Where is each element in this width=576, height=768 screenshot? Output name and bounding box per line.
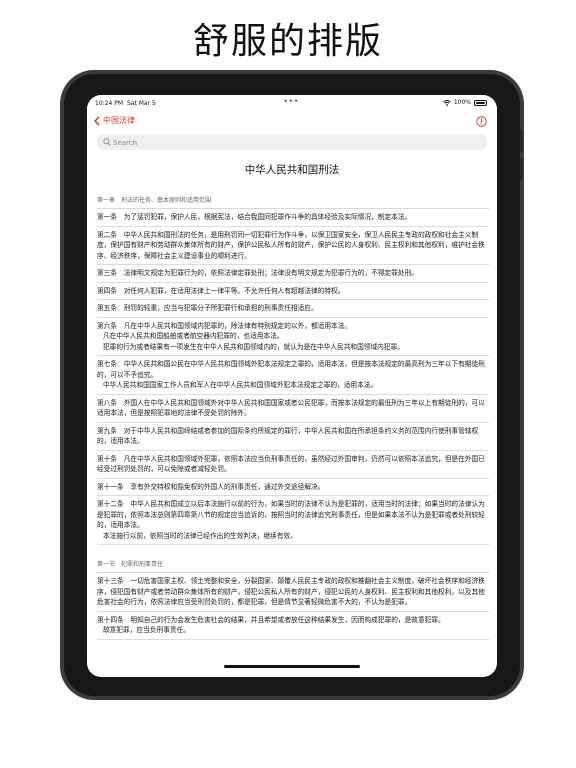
law-article[interactable]: 第十三条 一切危害国家主权、领土完整和安全，分裂国家、颠覆人民民主专政的政权和推… [97, 573, 489, 612]
article-paragraph: 中华人民共和国国家工作人员和军人在中华人民共和国领域外犯本法规定之罪的，适用本法… [103, 381, 378, 389]
law-article[interactable]: 第五条 刑罚的轻重，应当与犯罪分子所犯罪行和承担的刑事责任相适应。 [97, 300, 489, 318]
article-paragraph: 第四条 对任何人犯罪，在适用法律上一律平等。不允许任何人有超越法律的特权。 [97, 286, 345, 295]
status-date: Sat Mar 5 [127, 100, 156, 107]
article-paragraph: 第十四条 明知自己的行为会发生危害社会的结果，并且希望或者放任这种结果发生，因而… [97, 615, 445, 624]
article-paragraph: 第十二条 中华人民共和国成立以后本法施行以前的行为，如果当时的法律不认为是犯罪的… [97, 500, 485, 529]
article-paragraph: 凡在中华人民共和国船舶或者航空器内犯罪的，也适用本法。 [103, 332, 284, 340]
law-article[interactable]: 第十一条 享有外交特权和豁免权的外国人的刑事责任，通过外交途径解决。 [97, 479, 489, 496]
article-list: 第十三条 一切危害国家主权、领土完整和安全，分裂国家、颠覆人民民主专政的政权和推… [97, 573, 489, 640]
status-bar: 10:24 PM Sat Mar 5 ••• 100% [87, 95, 497, 111]
law-article[interactable]: 第八条 外国人在中华人民共和国领域外对中华人民共和国国家或者公民犯罪，而按本法规… [97, 395, 489, 423]
article-paragraph: 第五条 刑罚的轻重，应当与犯罪分子所犯罪行和承担的刑事责任相适应。 [97, 304, 318, 312]
article-paragraph: 第十条 凡在中华人民共和国领域外犯罪，依照本法应当负刑事责任的，虽然经过外国审判… [97, 454, 485, 474]
article-paragraph: 第九条 对于中华人民共和国缔结或者参加的国际条约所规定的罪行，中华人民共和国在所… [97, 426, 479, 446]
article-paragraph: 第八条 外国人在中华人民共和国领域外对中华人民共和国国家或者公民犯罪，而按本法规… [97, 398, 485, 418]
document-title: 中华人民共和国刑法 [244, 164, 340, 176]
promo-headline: 舒服的排版 [192, 21, 383, 62]
law-article[interactable]: 第十条 凡在中华人民共和国领域外犯罪，依照本法应当负刑事责任的，虽然经过外国审判… [97, 451, 489, 479]
article-paragraph: 故意犯罪，应当负刑事责任。 [103, 626, 190, 634]
article-paragraph: 第七条 中华人民共和国公民在中华人民共和国领域外犯本法规定之罪的，适用本法，但是… [97, 360, 485, 379]
article-paragraph: 犯罪的行为或者结果有一项发生在中华人民共和国领域内的，就认为是在中华人民共和国领… [103, 342, 404, 351]
article-paragraph: 第六条 凡在中华人民共和国领域内犯罪的，除法律有特别规定的以外，都适用本法。 [97, 321, 352, 330]
law-article[interactable]: 第九条 对于中华人民共和国缔结或者参加的国际条约所规定的罪行，中华人民共和国在所… [97, 423, 489, 451]
law-article[interactable]: 第三条 法律明文规定为犯罪行为的，依照法律定罪处刑；法律没有明文规定为犯罪行为的… [97, 265, 489, 283]
section-heading: 第一节 犯罪和刑事责任 [97, 557, 489, 573]
home-indicator [224, 665, 360, 668]
article-list: 第一条 为了惩罚犯罪，保护人民，根据宪法，结合我国同犯罪作斗争的具体经验及实际情… [97, 209, 489, 545]
chapter-heading: 第一章 刑法的任务、基本原则和适用范围 [97, 193, 489, 209]
article-paragraph: 第一条 为了惩罚犯罪，保护人民，根据宪法，结合我国同犯罪作斗争的具体经验及实际情… [97, 213, 412, 221]
navigation-bar: 中国法律 [87, 113, 497, 131]
volume-button [520, 130, 523, 152]
law-article[interactable]: 第十四条 明知自己的行为会发生危害社会的结果，并且希望或者放任这种结果发生，因而… [97, 612, 489, 640]
law-article[interactable]: 第十二条 中华人民共和国成立以后本法施行以前的行为，如果当时的法律不认为是犯罪的… [97, 496, 489, 545]
wifi-icon [443, 99, 451, 106]
multitasking-dots[interactable]: ••• [283, 97, 299, 107]
article-paragraph: 第三条 法律明文规定为犯罪行为的，依照法律定罪处刑；法律没有明文规定为犯罪行为的… [97, 269, 418, 277]
article-paragraph: 第二条 中华人民共和国刑法的任务，是用刑罚同一切犯罪行为作斗争，以保卫国家安全，… [97, 230, 485, 260]
back-button[interactable]: 中国法律 [94, 115, 135, 126]
article-paragraph: 第十一条 享有外交特权和豁免权的外国人的刑事责任，通过外交途径解决。 [97, 482, 325, 491]
status-time: 10:24 PM [95, 100, 123, 107]
battery-icon [474, 99, 487, 106]
article-paragraph: 第十三条 一切危害国家主权、领土完整和安全，分裂国家、颠覆人民民主专政的政权和推… [97, 577, 485, 606]
law-article[interactable]: 第四条 对任何人犯罪，在适用法律上一律平等。不允许任何人有超越法律的特权。 [97, 283, 489, 300]
chevron-left-icon [94, 115, 100, 126]
back-label: 中国法律 [103, 116, 135, 125]
law-article[interactable]: 第二条 中华人民共和国刑法的任务，是用刑罚同一切犯罪行为作斗争，以保卫国家安全，… [97, 227, 489, 265]
battery-percent: 100% [453, 99, 471, 106]
law-article[interactable]: 第六条 凡在中华人民共和国领域内犯罪的，除法律有特别规定的以外，都适用本法。凡在… [97, 318, 489, 356]
search-icon [103, 138, 111, 146]
search-bar[interactable] [97, 135, 487, 150]
volume-button [520, 158, 523, 180]
app-screen: 10:24 PM Sat Mar 5 ••• 100% 中国法律 Search … [87, 95, 497, 677]
law-article[interactable]: 第一条 为了惩罚犯罪，保护人民，根据宪法，结合我国同犯罪作斗争的具体经验及实际情… [97, 209, 489, 227]
search-input[interactable] [113, 135, 473, 150]
article-paragraph: 本法施行以前，依照当时的法律已经作出的生效判决，继续有效。 [103, 531, 297, 540]
info-icon[interactable] [476, 116, 487, 127]
law-article[interactable]: 第七条 中华人民共和国公民在中华人民共和国领域外犯本法规定之罪的，适用本法，但是… [97, 356, 489, 395]
document-content: 第一章 刑法的任务、基本原则和适用范围 第一条 为了惩罚犯罪，保护人民，根据宪法… [97, 193, 489, 640]
